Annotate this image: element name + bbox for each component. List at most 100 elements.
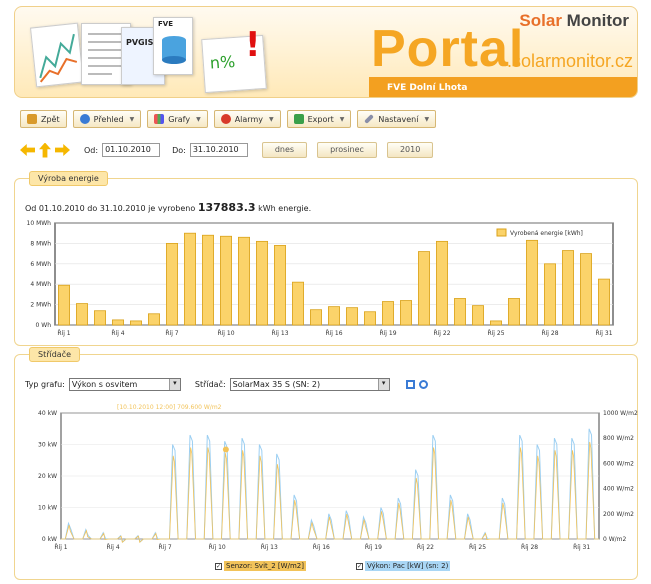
fullscreen-icon[interactable] bbox=[405, 380, 415, 389]
header-banner: PVGIS FVE n% ! Solar Monitor Portal .sol… bbox=[14, 6, 638, 98]
checkbox-icon[interactable]: ✓ bbox=[215, 562, 222, 570]
year-button[interactable]: 2010 bbox=[386, 142, 434, 158]
fve-thumb: FVE bbox=[153, 17, 193, 75]
x-tick-label: Říj 25 bbox=[469, 543, 486, 551]
energy-bar bbox=[490, 320, 502, 326]
energy-bar bbox=[112, 319, 124, 326]
y-right-tick-label: 800 W/m2 bbox=[603, 435, 634, 442]
summary-prefix: Od 01.10.2010 do 31.10.2010 je vyrobeno bbox=[25, 204, 196, 213]
energy-bar bbox=[202, 234, 214, 326]
energy-bar bbox=[436, 240, 448, 326]
portal-domain: .solarmonitor.cz bbox=[507, 51, 634, 71]
inverter-line-chart: 0 kW 10 kW 20 kW 30 kW 40 kW 0 W/m2 200 W/m2 40… bbox=[38, 404, 638, 551]
x-tick-label: Říj 28 bbox=[521, 543, 538, 551]
y-left-tick-label: 10 kW bbox=[38, 505, 57, 512]
energy-bar bbox=[598, 278, 610, 326]
to-date-input[interactable]: 31.10.2010 bbox=[189, 143, 248, 157]
from-label: Od: bbox=[84, 145, 99, 155]
y-tick-label: 2 MWh bbox=[30, 302, 51, 309]
back-button[interactable]: Zpět bbox=[20, 110, 67, 128]
alarm-icon bbox=[220, 114, 231, 124]
chevron-down-icon: ▼ bbox=[268, 115, 274, 123]
energy-bar-chart: 0 Wh 2 MWh 4 MWh 6 MWh 8 MWh 10 MWh Říj 1 Říj 4… bbox=[27, 220, 614, 337]
next-arrow-icon[interactable] bbox=[55, 144, 70, 156]
main-toolbar: Zpět Přehled ▼ Grafy ▼ Alarmy ▼ Export ▼ Nas… bbox=[20, 110, 437, 128]
x-tick-label: Říj 13 bbox=[271, 329, 288, 337]
chart-thumb bbox=[29, 22, 85, 88]
legend-power[interactable]: ✓ Výkon: Pac [kW] (sn: 2) bbox=[355, 561, 451, 571]
pvgis-label: PVGIS bbox=[126, 38, 154, 47]
y-right-tick-label: 600 W/m2 bbox=[603, 460, 634, 467]
x-tick-label: Říj 22 bbox=[433, 329, 450, 337]
inverter-label: Střídač: bbox=[194, 380, 226, 389]
chart-type-select[interactable]: Výkon s osvitem bbox=[68, 378, 181, 391]
home-icon bbox=[27, 114, 37, 124]
energy-bar bbox=[418, 251, 430, 326]
energy-bar bbox=[238, 236, 250, 326]
y-right-tick-label: 200 W/m2 bbox=[603, 511, 634, 518]
export-menu[interactable]: Export ▼ bbox=[286, 110, 352, 128]
export-label: Export bbox=[307, 114, 334, 124]
legend-sensor[interactable]: ✓ Senzor: Svit_2 [W/m2] bbox=[215, 561, 306, 571]
charts-label: Grafy bbox=[168, 114, 191, 124]
y-left-tick-label: 30 kW bbox=[38, 442, 57, 449]
x-tick-label: Říj 31 bbox=[573, 543, 590, 551]
energy-bar bbox=[346, 307, 358, 326]
y-tick-label: 10 MWh bbox=[27, 220, 52, 227]
energy-bar bbox=[310, 309, 322, 326]
x-tick-label: Říj 31 bbox=[595, 329, 612, 337]
x-tick-label: Říj 1 bbox=[57, 329, 70, 337]
chevron-down-icon: ▼ bbox=[196, 115, 201, 123]
summary-value: 137883.3 bbox=[197, 201, 256, 214]
x-tick-label: Říj 10 bbox=[209, 543, 226, 551]
previous-arrow-icon[interactable] bbox=[20, 144, 35, 156]
inverter-select[interactable]: SolarMax 35 S (SN: 2) bbox=[229, 378, 390, 391]
brand-rest: Monitor bbox=[561, 11, 629, 30]
back-label: Zpět bbox=[41, 114, 60, 124]
legend-swatch bbox=[496, 228, 507, 237]
hover-tooltip: [10.10.2010 12:00] 709.600 W/m2 bbox=[117, 404, 222, 411]
y-left-tick-label: 0 kW bbox=[42, 536, 57, 543]
x-tick-label: Říj 4 bbox=[106, 543, 119, 551]
y-tick-label: 0 Wh bbox=[36, 322, 52, 329]
x-tick-label: Říj 7 bbox=[165, 329, 178, 337]
settings-label: Nastavení bbox=[378, 114, 419, 124]
brand-accent: Solar bbox=[519, 11, 562, 30]
x-tick-label: Říj 13 bbox=[261, 543, 278, 551]
energy-summary: Od 01.10.2010 do 31.10.2010 je vyrobeno … bbox=[25, 201, 311, 214]
energy-bar bbox=[256, 240, 268, 326]
energy-bar bbox=[220, 235, 232, 326]
y-tick-label: 4 MWh bbox=[30, 281, 51, 288]
chevron-down-icon: ▼ bbox=[424, 115, 430, 123]
up-arrow-icon[interactable] bbox=[39, 142, 51, 158]
zoom-icon[interactable] bbox=[418, 380, 428, 389]
x-tick-label: Říj 1 bbox=[54, 543, 67, 551]
today-button[interactable]: dnes bbox=[261, 142, 308, 158]
y-left-tick-label: 40 kW bbox=[38, 410, 57, 417]
charts-menu[interactable]: Grafy ▼ bbox=[147, 110, 208, 128]
alert-mark-icon: ! bbox=[245, 25, 261, 65]
energy-bar bbox=[274, 245, 286, 326]
alarms-label: Alarmy bbox=[234, 114, 263, 124]
y-right-tick-label: 1000 W/m2 bbox=[603, 410, 638, 417]
chart-controls: Typ grafu: Výkon s osvitem Střídač: Sola… bbox=[25, 378, 428, 391]
inverter-panel-tab[interactable]: Střídače bbox=[29, 347, 81, 362]
energy-bar bbox=[328, 306, 340, 326]
settings-menu[interactable]: Nastavení ▼ bbox=[357, 110, 437, 128]
site-name: FVE Dolní Lhota bbox=[369, 77, 637, 97]
x-tick-label: Říj 28 bbox=[541, 329, 558, 337]
from-date-input[interactable]: 01.10.2010 bbox=[102, 143, 161, 157]
chevron-down-icon: ▼ bbox=[129, 115, 135, 123]
overview-menu[interactable]: Přehled ▼ bbox=[72, 110, 142, 128]
legend-label: Vyrobená energie [kWh] bbox=[510, 230, 583, 237]
checkbox-icon[interactable]: ✓ bbox=[355, 562, 363, 570]
spreadsheet-icon bbox=[293, 114, 304, 124]
chart-icon bbox=[154, 114, 165, 124]
wrench-icon bbox=[364, 114, 375, 124]
brand-logo: Solar Monitor bbox=[519, 11, 629, 31]
energy-bar bbox=[94, 310, 106, 326]
energy-panel-tab[interactable]: Výroba energie bbox=[29, 171, 108, 186]
energy-bar bbox=[526, 239, 538, 326]
alarms-menu[interactable]: Alarmy ▼ bbox=[213, 110, 281, 128]
month-button[interactable]: prosinec bbox=[317, 142, 377, 158]
